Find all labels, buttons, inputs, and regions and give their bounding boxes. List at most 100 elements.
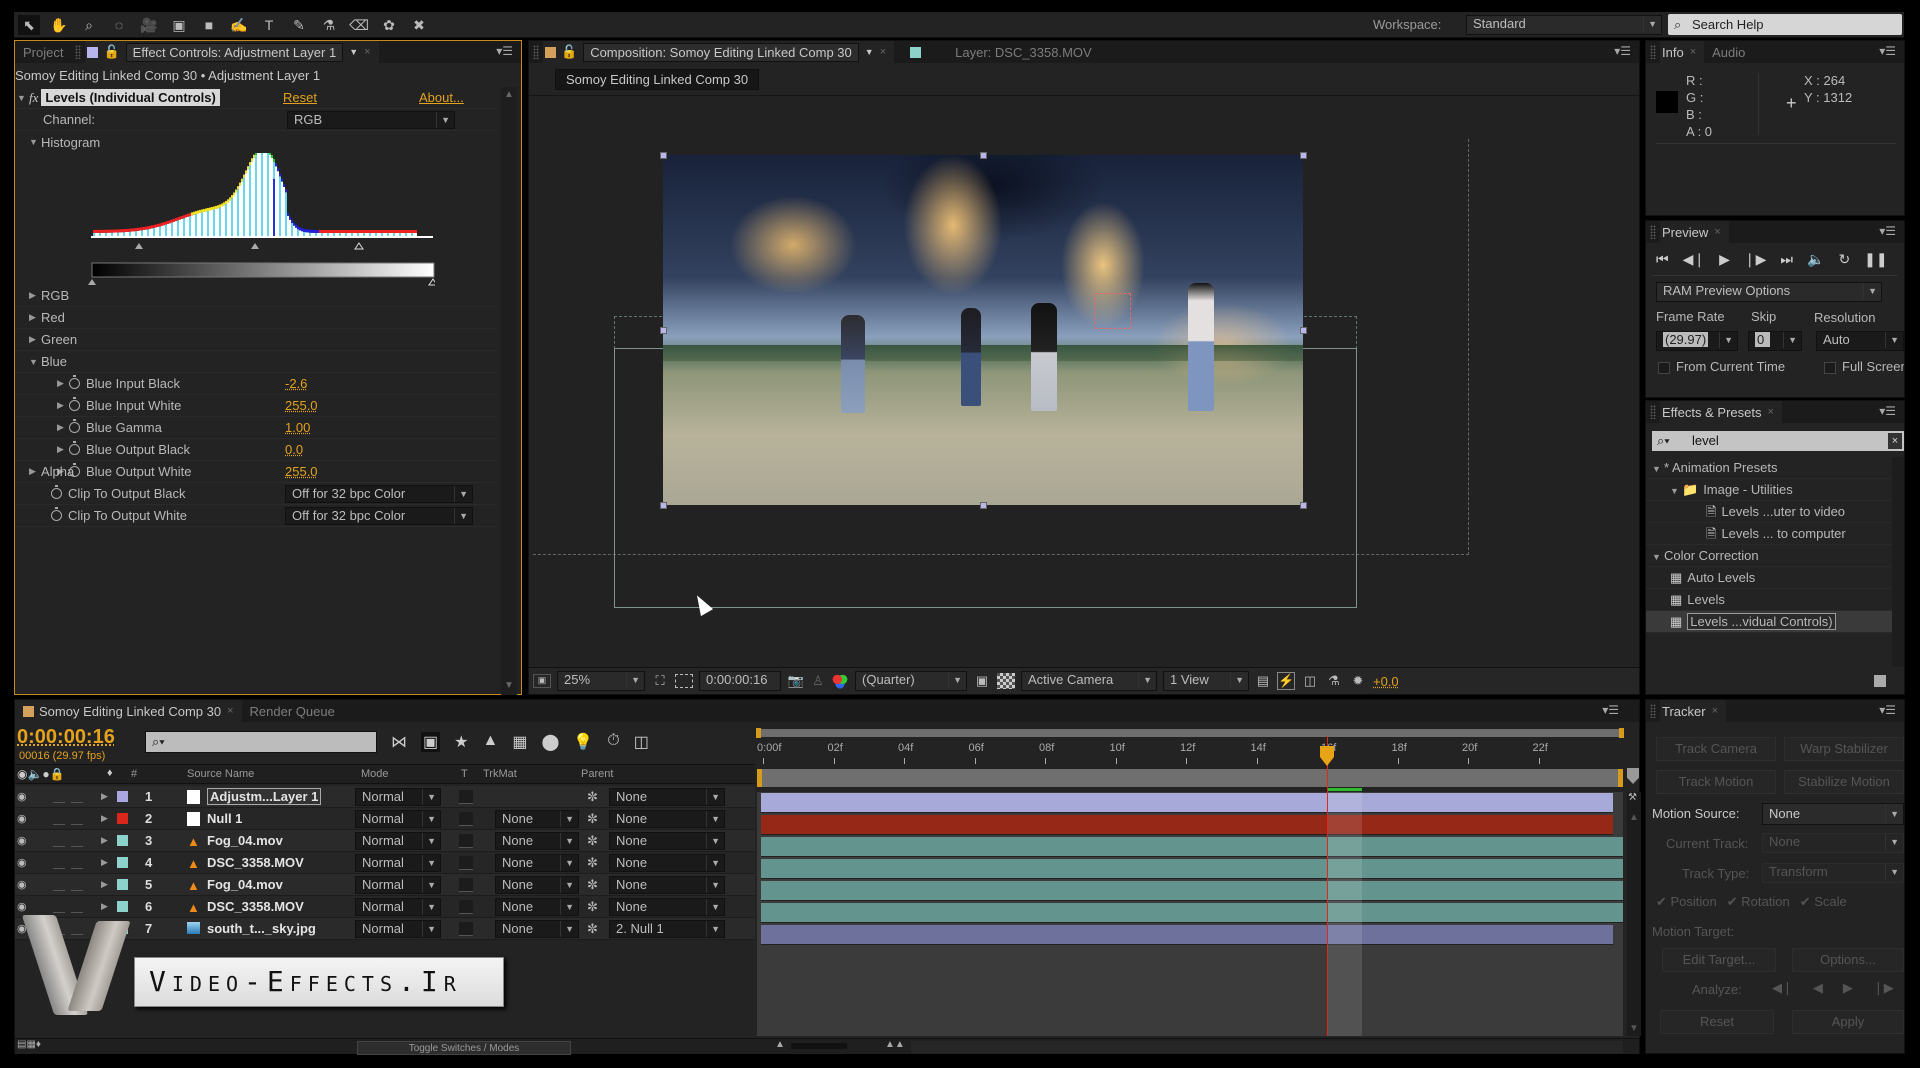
- trkmat-dropdown[interactable]: None ▼: [495, 920, 579, 938]
- parent-dropdown[interactable]: None ▼: [609, 832, 725, 850]
- parent-pickwhip-icon[interactable]: ✼: [587, 877, 598, 893]
- source-name-header[interactable]: Source Name: [187, 768, 254, 780]
- expand-triangle-icon[interactable]: ▶: [29, 334, 41, 345]
- layer-duration-bar[interactable]: [761, 837, 1623, 857]
- channel-group-blue[interactable]: ▼ Blue: [15, 351, 497, 373]
- layer-transform-handle[interactable]: [980, 502, 987, 509]
- effects-tree-item[interactable]: ▦ Levels ...vidual Controls): [1646, 611, 1892, 633]
- lock-switch[interactable]: [71, 813, 83, 825]
- current-time-field[interactable]: 0:00:00:16: [699, 671, 781, 691]
- param-value[interactable]: -2.6: [285, 376, 307, 391]
- effects-tree-item[interactable]: ▼ * Animation Presets: [1646, 457, 1892, 479]
- close-icon[interactable]: ×: [1767, 406, 1773, 418]
- layer-duration-bar[interactable]: [761, 903, 1623, 923]
- camera-view-dropdown[interactable]: Active Camera ▼: [1021, 671, 1157, 691]
- skip-dropdown[interactable]: 0 ▼: [1748, 331, 1802, 351]
- selection-tool-icon[interactable]: ⬉: [18, 15, 40, 35]
- trkmat-dropdown[interactable]: None ▼: [495, 876, 579, 894]
- tab-timeline-comp[interactable]: Somoy Editing Linked Comp 30 ×: [15, 700, 242, 722]
- show-snapshot-icon[interactable]: ♙: [811, 673, 825, 689]
- panel-grip[interactable]: [1650, 405, 1656, 419]
- parent-pickwhip-icon[interactable]: ✼: [587, 855, 598, 871]
- view-layout-dropdown[interactable]: 1 View ▼: [1163, 671, 1249, 691]
- layer-name[interactable]: DSC_3358.MOV: [207, 899, 304, 914]
- channel-group-rgb[interactable]: ▶ RGB: [15, 285, 497, 307]
- scroll-up-icon[interactable]: ▲: [504, 89, 514, 100]
- panel-menu-icon[interactable]: ▾☰: [1602, 703, 1619, 717]
- reset-button[interactable]: Reset: [1660, 1010, 1774, 1034]
- auto-keyframe-icon[interactable]: 💡: [573, 732, 593, 752]
- layer-transform-handle[interactable]: [980, 152, 987, 159]
- zoom-tool-icon[interactable]: ⌕: [78, 15, 100, 35]
- alpha-group-row[interactable]: ▶ Alpha: [15, 461, 497, 483]
- rectangle-tool-icon[interactable]: ■: [198, 15, 220, 35]
- reset-link[interactable]: Reset: [283, 90, 317, 105]
- preserve-transparency-switch[interactable]: [459, 834, 473, 848]
- trkmat-dropdown[interactable]: None ▼: [495, 810, 579, 828]
- title-action-safe-icon[interactable]: ⛶: [651, 673, 669, 689]
- draft-3d-icon[interactable]: ▣: [421, 732, 441, 752]
- full-screen-checkbox[interactable]: Full Screen: [1824, 359, 1904, 374]
- blend-mode-dropdown[interactable]: Normal ▼: [355, 810, 441, 828]
- preserve-transparency-switch[interactable]: [459, 812, 473, 826]
- stopwatch-icon[interactable]: [51, 507, 62, 521]
- expand-triangle-icon[interactable]: ▶: [57, 400, 69, 411]
- tab-audio[interactable]: Audio: [1704, 41, 1754, 63]
- collapse-triangle-icon[interactable]: ▼: [1670, 480, 1682, 502]
- layer-row[interactable]: ◉ ▶ 5 ▲ Fog_04.mov Normal ▼ None ▼ ✼ None ▼: [15, 874, 755, 896]
- stopwatch-icon[interactable]: [51, 485, 62, 499]
- scroll-up-icon[interactable]: ▲: [1629, 812, 1639, 823]
- layer-row[interactable]: ◉ ▶ 3 ▲ Fog_04.mov Normal ▼ None ▼ ✼ None ▼: [15, 830, 755, 852]
- close-icon[interactable]: ×: [1712, 705, 1718, 717]
- solo-switch[interactable]: [53, 813, 65, 825]
- close-icon[interactable]: ×: [227, 705, 233, 717]
- stopwatch-icon[interactable]: ⏱: [607, 732, 619, 752]
- preserve-transparency-switch[interactable]: [459, 878, 473, 892]
- snapshot-camera-icon[interactable]: 📷: [787, 673, 805, 689]
- layer-row[interactable]: ◉ ▶ 2 Null 1 Normal ▼ None ▼ ✼ None ▼: [15, 808, 755, 830]
- layer-duration-bar[interactable]: [761, 793, 1613, 813]
- tab-effect-controls[interactable]: 🔓 Effect Controls: Adjustment Layer 1 ▼ …: [85, 41, 379, 63]
- panel-grip[interactable]: [1650, 225, 1656, 239]
- effects-search-input[interactable]: ⌕▾ level ×: [1652, 431, 1904, 451]
- layer-transform-handle[interactable]: [660, 502, 667, 509]
- channel-group-red[interactable]: ▶ Red: [15, 307, 497, 329]
- effects-tree-item[interactable]: ▼ 📁 Image - Utilities: [1646, 479, 1892, 501]
- label-color-swatch[interactable]: [117, 879, 128, 890]
- panel-grip[interactable]: [75, 45, 82, 59]
- frame-rate-dropdown[interactable]: (29.97) ▼: [1656, 331, 1738, 351]
- tab-project[interactable]: Project: [15, 41, 72, 63]
- layer-duration-bar[interactable]: [761, 925, 1613, 945]
- effects-tree-item[interactable]: ▼ Color Correction: [1646, 545, 1892, 567]
- layer-name[interactable]: Null 1: [207, 811, 242, 826]
- trkmat-dropdown[interactable]: None ▼: [495, 854, 579, 872]
- layer-name[interactable]: Adjustm...Layer 1: [207, 788, 322, 805]
- track-scrollbar[interactable]: ⚒ ▲ ▼: [1627, 792, 1641, 1036]
- parent-pickwhip-icon[interactable]: ✼: [587, 833, 598, 849]
- last-frame-icon[interactable]: ⏭: [1780, 251, 1793, 268]
- solo-switch[interactable]: [53, 835, 65, 847]
- toggle-switches-modes-button[interactable]: Toggle Switches / Modes: [357, 1041, 571, 1055]
- time-ruler[interactable]: 0:00f02f04f06f08f10f12f14f16f18f20f22f: [757, 740, 1623, 768]
- tab-effects-presets[interactable]: Effects & Presets ×: [1660, 401, 1782, 423]
- zoom-out-icon[interactable]: ▲: [775, 1039, 785, 1050]
- visibility-eye-icon[interactable]: ◉: [17, 834, 27, 847]
- parent-dropdown[interactable]: 2. Null 1 ▼: [609, 920, 725, 938]
- track-camera-button[interactable]: Track Camera: [1656, 737, 1776, 761]
- collapse-triangle-icon[interactable]: ▼: [29, 357, 41, 367]
- rotate-tool-icon[interactable]: ◌: [108, 15, 130, 35]
- expand-triangle-icon[interactable]: ▶: [29, 466, 41, 477]
- close-icon[interactable]: ×: [1714, 226, 1720, 238]
- brush-tool-icon[interactable]: ✎: [288, 15, 310, 35]
- exposure-reset-icon[interactable]: ✹: [1349, 673, 1367, 689]
- visibility-eye-icon[interactable]: ◉: [17, 900, 27, 913]
- options-button[interactable]: Options...: [1792, 948, 1904, 972]
- param-value[interactable]: 0.0: [285, 442, 303, 457]
- ram-preview-icon[interactable]: ❚❚: [1864, 251, 1887, 268]
- expand-triangle-icon[interactable]: ▶: [101, 813, 108, 824]
- effect-scrollbar[interactable]: ▲ ▼: [501, 87, 517, 695]
- collapse-triangle-icon[interactable]: ▼: [17, 93, 29, 103]
- trkmat-dropdown[interactable]: None ▼: [495, 832, 579, 850]
- tab-composition[interactable]: 🔓 Composition: Somoy Editing Linked Comp…: [543, 41, 895, 63]
- analyze-1-frame-forward-icon[interactable]: ▶: [1843, 980, 1853, 996]
